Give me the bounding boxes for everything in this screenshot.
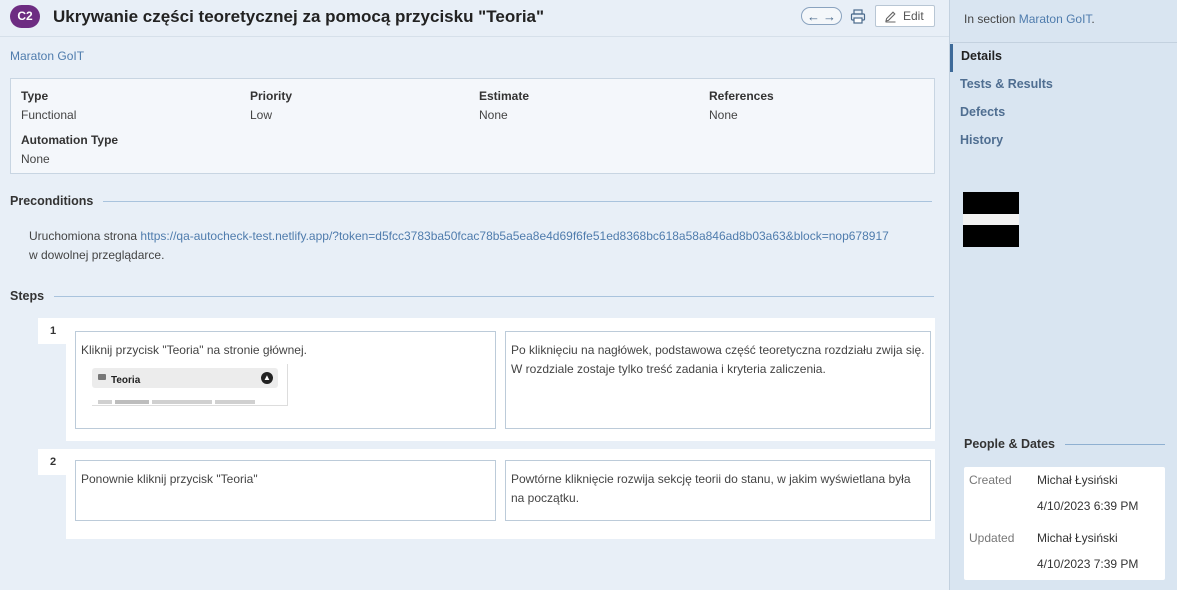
field-estimate-value: None [479, 108, 508, 122]
preconditions-url-link[interactable]: https://qa-autocheck-test.netlify.app/?t… [140, 229, 888, 243]
people-dates-heading: People & Dates [964, 437, 1166, 451]
steps-divider [54, 295, 935, 297]
field-automation-type-value: None [21, 152, 50, 166]
sidebar-tab-history[interactable]: History [950, 128, 1177, 156]
field-automation-type-label: Automation Type [21, 133, 119, 147]
field-priority-label: Priority [250, 89, 293, 103]
in-section-link[interactable]: Maraton GoIT [1019, 12, 1092, 26]
case-id-badge: C2 [10, 5, 40, 28]
sidebar-tab-tests-results[interactable]: Tests & Results [950, 72, 1177, 100]
created-by: Michał Łysiński [1037, 473, 1118, 487]
preconditions-heading-label: Preconditions [10, 194, 94, 208]
step-1-action: Kliknij przycisk "Teoria" na stronie głó… [75, 331, 496, 429]
steps-heading-label: Steps [10, 289, 45, 303]
step-2-action: Ponownie kliknij przycisk "Teoria" [75, 460, 496, 521]
step-1-expected: Po kliknięciu na nagłówek, podstawowa cz… [505, 331, 931, 429]
case-title: Ukrywanie części teoretycznej za pomocą … [53, 7, 545, 26]
section-breadcrumb-link[interactable]: Maraton GoIT [10, 49, 84, 63]
arrow-right-icon[interactable]: → [823, 9, 836, 24]
step-1-action-text: Kliknij przycisk "Teoria" na stronie głó… [81, 343, 307, 357]
step-number: 2 [38, 449, 66, 475]
steps-table: 1 Kliknij przycisk "Teoria" na stronie g… [38, 318, 935, 539]
step-1-screenshot-image: Teoria ▲ [92, 364, 288, 406]
field-type-value: Functional [21, 108, 77, 122]
updated-by: Michał Łysiński [1037, 531, 1118, 545]
field-estimate-label: Estimate [479, 89, 530, 103]
preconditions-heading: Preconditions [10, 194, 933, 208]
step-row-1: Kliknij przycisk "Teoria" na stronie głó… [66, 318, 935, 441]
in-section-prefix: In section [964, 12, 1016, 26]
preconditions-divider [103, 200, 933, 202]
right-sidebar: In section Maraton GoIT. Details Tests &… [949, 0, 1177, 590]
edit-button[interactable]: Edit [875, 5, 935, 27]
field-estimate: Estimate None [479, 89, 529, 122]
field-references: References None [709, 89, 774, 122]
people-dates-heading-label: People & Dates [964, 437, 1056, 451]
print-button[interactable] [849, 7, 867, 25]
people-dates-divider [1065, 443, 1166, 445]
printer-icon [850, 8, 866, 24]
preconditions-text: Uruchomiona strona https://qa-autocheck-… [29, 227, 934, 265]
in-section-info: In section Maraton GoIT. [964, 12, 1095, 26]
prev-next-navigation[interactable]: ← → [801, 7, 842, 25]
field-automation-type: Automation Type None [21, 133, 118, 166]
updated-label: Updated [969, 531, 1015, 545]
attachment-thumbnail-strip [963, 214, 1019, 225]
teoria-preview-label: Teoria [111, 375, 141, 386]
chevron-up-icon: ▲ [261, 372, 273, 384]
steps-heading: Steps [10, 289, 935, 303]
case-fields-panel: Type Functional Priority Low Estimate No… [10, 78, 935, 174]
field-priority: Priority Low [250, 89, 292, 122]
field-type-label: Type [21, 89, 49, 103]
field-priority-value: Low [250, 108, 273, 122]
arrow-left-icon[interactable]: ← [807, 9, 820, 24]
main-content: C2 Ukrywanie części teoretycznej za pomo… [0, 0, 949, 590]
step-2-expected: Powtórne kliknięcie rozwija sekcję teori… [505, 460, 931, 521]
teoria-preview-text-line [98, 392, 268, 404]
sidebar-nav: Details Tests & Results Defects History [950, 44, 1177, 156]
people-dates-panel: Created Michał Łysiński 4/10/2023 6:39 P… [964, 467, 1165, 580]
step-row-2: Ponownie kliknij przycisk "Teoria" Powtó… [66, 449, 935, 539]
preconditions-text-before: Uruchomiona strona [29, 229, 141, 243]
created-at: 4/10/2023 6:39 PM [1037, 499, 1139, 513]
field-references-value: None [709, 108, 738, 122]
sidebar-tab-defects[interactable]: Defects [950, 100, 1177, 128]
teoria-preview-bar: Teoria ▲ [92, 368, 278, 388]
pencil-icon [885, 10, 896, 22]
preconditions-text-after: w dowolnej przeglądarce. [29, 248, 165, 262]
edit-button-label: Edit [903, 9, 924, 23]
attachment-thumbnail[interactable] [963, 192, 1019, 247]
case-header: C2 Ukrywanie części teoretycznej za pomo… [0, 0, 949, 37]
field-type: Type Functional [21, 89, 76, 122]
created-label: Created [969, 473, 1012, 487]
sidebar-tab-details[interactable]: Details [950, 44, 1177, 72]
step-number: 1 [38, 318, 66, 344]
field-references-label: References [709, 89, 774, 103]
updated-at: 4/10/2023 7:39 PM [1037, 557, 1139, 571]
sidebar-divider [950, 42, 1177, 43]
book-icon [98, 374, 106, 380]
